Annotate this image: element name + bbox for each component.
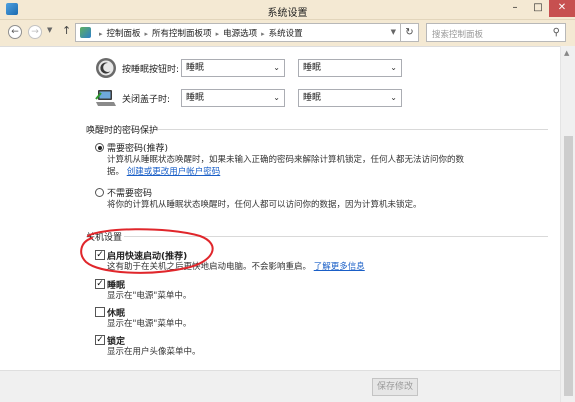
- save-changes-button[interactable]: 保存修改: [372, 378, 418, 396]
- navigation-bar: ← → ▼ ↑ ▸ 控制面板 ▸ 所有控制面板项 ▸ 电源选项 ▸ 系统设置 ▼ ↻ 搜索控制…: [0, 20, 575, 46]
- require-password-label[interactable]: 需要密码(推荐): [107, 141, 168, 154]
- search-placeholder: 搜索控制面板: [432, 30, 484, 40]
- lock-checkbox[interactable]: ✓: [95, 335, 105, 345]
- no-password-label[interactable]: 不需要密码: [107, 186, 152, 199]
- address-dropdown-chevron-icon[interactable]: ▼: [391, 28, 396, 36]
- breadcrumb-item[interactable]: 系统设置: [269, 29, 303, 39]
- laptop-lid-icon: [95, 90, 116, 106]
- recent-locations-chevron-icon[interactable]: ▼: [47, 26, 52, 34]
- breadcrumb-chevron-icon[interactable]: ▸: [216, 30, 220, 38]
- breadcrumb-item[interactable]: 所有控制面板项: [152, 29, 212, 39]
- sleep-option-desc: 显示在"电源"菜单中。: [107, 291, 192, 301]
- breadcrumb-item[interactable]: 控制面板: [107, 29, 141, 39]
- maximize-button[interactable]: □: [527, 0, 549, 17]
- sleep-button-icon: [96, 58, 116, 78]
- sleep-checkbox[interactable]: ✓: [95, 279, 105, 289]
- hibernate-option-desc: 显示在"电源"菜单中。: [107, 319, 192, 329]
- footer-bar: 保存修改: [0, 370, 560, 402]
- require-password-radio[interactable]: [95, 143, 104, 152]
- password-protection-title: 唤醒时的密码保护: [86, 126, 159, 136]
- breadcrumb-chevron-icon[interactable]: ▸: [99, 30, 103, 38]
- lid-close-label: 关闭盖子时:: [122, 95, 171, 105]
- require-password-desc-tail: 据。: [107, 167, 125, 177]
- breadcrumb-chevron-icon[interactable]: ▸: [261, 30, 265, 38]
- no-password-desc: 将你的计算机从睡眠状态唤醒时，任何人都可以访问你的数据，因为计算机未锁定。: [107, 200, 422, 210]
- section-divider: [158, 129, 548, 130]
- breadcrumb-item[interactable]: 电源选项: [223, 29, 257, 39]
- breadcrumb: ▸ 控制面板 ▸ 所有控制面板项 ▸ 电源选项 ▸ 系统设置: [95, 27, 303, 39]
- lid-close-plugged-select[interactable]: 睡眠 ⌄: [298, 89, 402, 107]
- chevron-down-icon: ⌄: [273, 63, 280, 72]
- select-value: 睡眠: [186, 93, 205, 103]
- close-button[interactable]: ✕: [549, 0, 575, 17]
- vertical-scrollbar[interactable]: ▲: [560, 46, 575, 402]
- chevron-down-icon: ⌄: [390, 63, 397, 72]
- sleep-button-plugged-select[interactable]: 睡眠 ⌄: [298, 59, 402, 77]
- hibernate-checkbox[interactable]: [95, 307, 105, 317]
- chevron-down-icon: ⌄: [390, 93, 397, 102]
- sleep-button-label: 按睡眠按钮时:: [122, 65, 180, 75]
- search-input[interactable]: 搜索控制面板 ⚲: [426, 23, 566, 42]
- chevron-down-icon: ⌄: [273, 93, 280, 102]
- shutdown-settings-title: 关机设置: [86, 233, 123, 243]
- select-value: 睡眠: [186, 63, 205, 73]
- control-panel-location-icon: [80, 27, 91, 38]
- title-bar: 系统设置 – □ ✕: [0, 0, 575, 20]
- require-password-desc: 计算机从睡眠状态唤醒时，如果未输入正确的密码来解除计算机锁定，任何人都无法访问你…: [107, 155, 465, 165]
- sleep-button-battery-select[interactable]: 睡眠 ⌄: [181, 59, 285, 77]
- address-bar[interactable]: ▸ 控制面板 ▸ 所有控制面板项 ▸ 电源选项 ▸ 系统设置 ▼: [75, 23, 401, 42]
- sleep-button-row: 按睡眠按钮时: 睡眠 ⌄ 睡眠 ⌄: [95, 57, 515, 79]
- scroll-up-arrow-icon[interactable]: ▲: [564, 49, 569, 57]
- forward-arrow-icon[interactable]: →: [28, 25, 42, 39]
- search-icon[interactable]: ⚲: [553, 27, 560, 38]
- select-value: 睡眠: [303, 93, 322, 103]
- select-value: 睡眠: [303, 63, 322, 73]
- refresh-icon[interactable]: ↻: [401, 23, 419, 42]
- breadcrumb-chevron-icon[interactable]: ▸: [145, 30, 149, 38]
- no-password-radio[interactable]: [95, 188, 104, 197]
- fast-startup-desc-text: 这有助于在关机之后更快地启动电脑。不会影响重启。: [107, 262, 312, 272]
- change-password-link[interactable]: 创建或更改用户帐户密码: [127, 167, 221, 177]
- lid-close-row: 关闭盖子时: 睡眠 ⌄ 睡眠 ⌄: [95, 87, 515, 109]
- scrollbar-thumb[interactable]: [564, 136, 573, 396]
- fast-startup-desc: 这有助于在关机之后更快地启动电脑。不会影响重启。 了解更多信息: [107, 261, 365, 273]
- require-password-desc-cont: 据。 创建或更改用户帐户密码: [107, 166, 220, 178]
- section-divider: [124, 236, 548, 237]
- up-arrow-icon[interactable]: ↑: [62, 24, 71, 37]
- fast-startup-checkbox[interactable]: ✓: [95, 250, 105, 260]
- lock-option-desc: 显示在用户头像菜单中。: [107, 347, 201, 357]
- learn-more-link[interactable]: 了解更多信息: [314, 262, 365, 272]
- lid-close-battery-select[interactable]: 睡眠 ⌄: [181, 89, 285, 107]
- system-settings-content: 按睡眠按钮时: 睡眠 ⌄ 睡眠 ⌄ 关闭盖子时: 睡眠 ⌄ 睡眠 ⌄ 唤醒时的密码保护 …: [0, 46, 560, 402]
- back-arrow-icon[interactable]: ←: [8, 25, 22, 39]
- window-title: 系统设置: [267, 8, 308, 19]
- minimize-button[interactable]: –: [503, 0, 527, 17]
